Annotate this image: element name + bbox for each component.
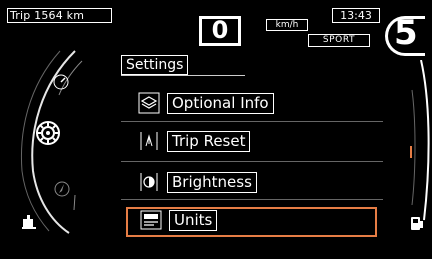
menu-item-label: Optional Info	[167, 92, 274, 114]
menu-item-trip-reset[interactable]: Trip Reset	[138, 130, 251, 152]
trip-meter: Trip 1564 km	[7, 8, 112, 23]
menu-divider	[121, 121, 383, 122]
menu-divider	[121, 161, 383, 162]
speed-readout: 0	[199, 16, 241, 46]
clock-time: 13:43	[332, 8, 380, 23]
instrument-display: Trip 1564 km 0 km/h 13:43 SPORT 5 Settin…	[0, 0, 432, 259]
gear-number: 5	[394, 13, 418, 53]
brightness-icon	[138, 171, 160, 193]
rpm-icon	[48, 69, 74, 95]
menu-item-units[interactable]: Units	[140, 209, 218, 231]
menu-item-brightness[interactable]: Brightness	[138, 171, 257, 193]
trip-reset-icon	[138, 130, 160, 152]
layers-icon	[138, 92, 160, 114]
menu-item-optional-info[interactable]: Optional Info	[138, 92, 274, 114]
settings-icon[interactable]	[35, 120, 61, 146]
speed-unit: km/h	[266, 19, 308, 31]
drive-mode-badge: SPORT	[308, 34, 370, 47]
menu-divider	[121, 199, 383, 200]
units-icon	[140, 209, 162, 231]
fuel-icon	[404, 210, 430, 236]
menu-item-label: Brightness	[167, 171, 257, 193]
oil-icon	[16, 208, 42, 234]
menu-item-label: Units	[169, 209, 218, 231]
gear-indicator: 5	[385, 13, 432, 56]
navigation-icon	[49, 176, 75, 202]
settings-title: Settings	[121, 55, 189, 75]
menu-item-label: Trip Reset	[167, 130, 251, 152]
settings-underline	[121, 75, 245, 76]
